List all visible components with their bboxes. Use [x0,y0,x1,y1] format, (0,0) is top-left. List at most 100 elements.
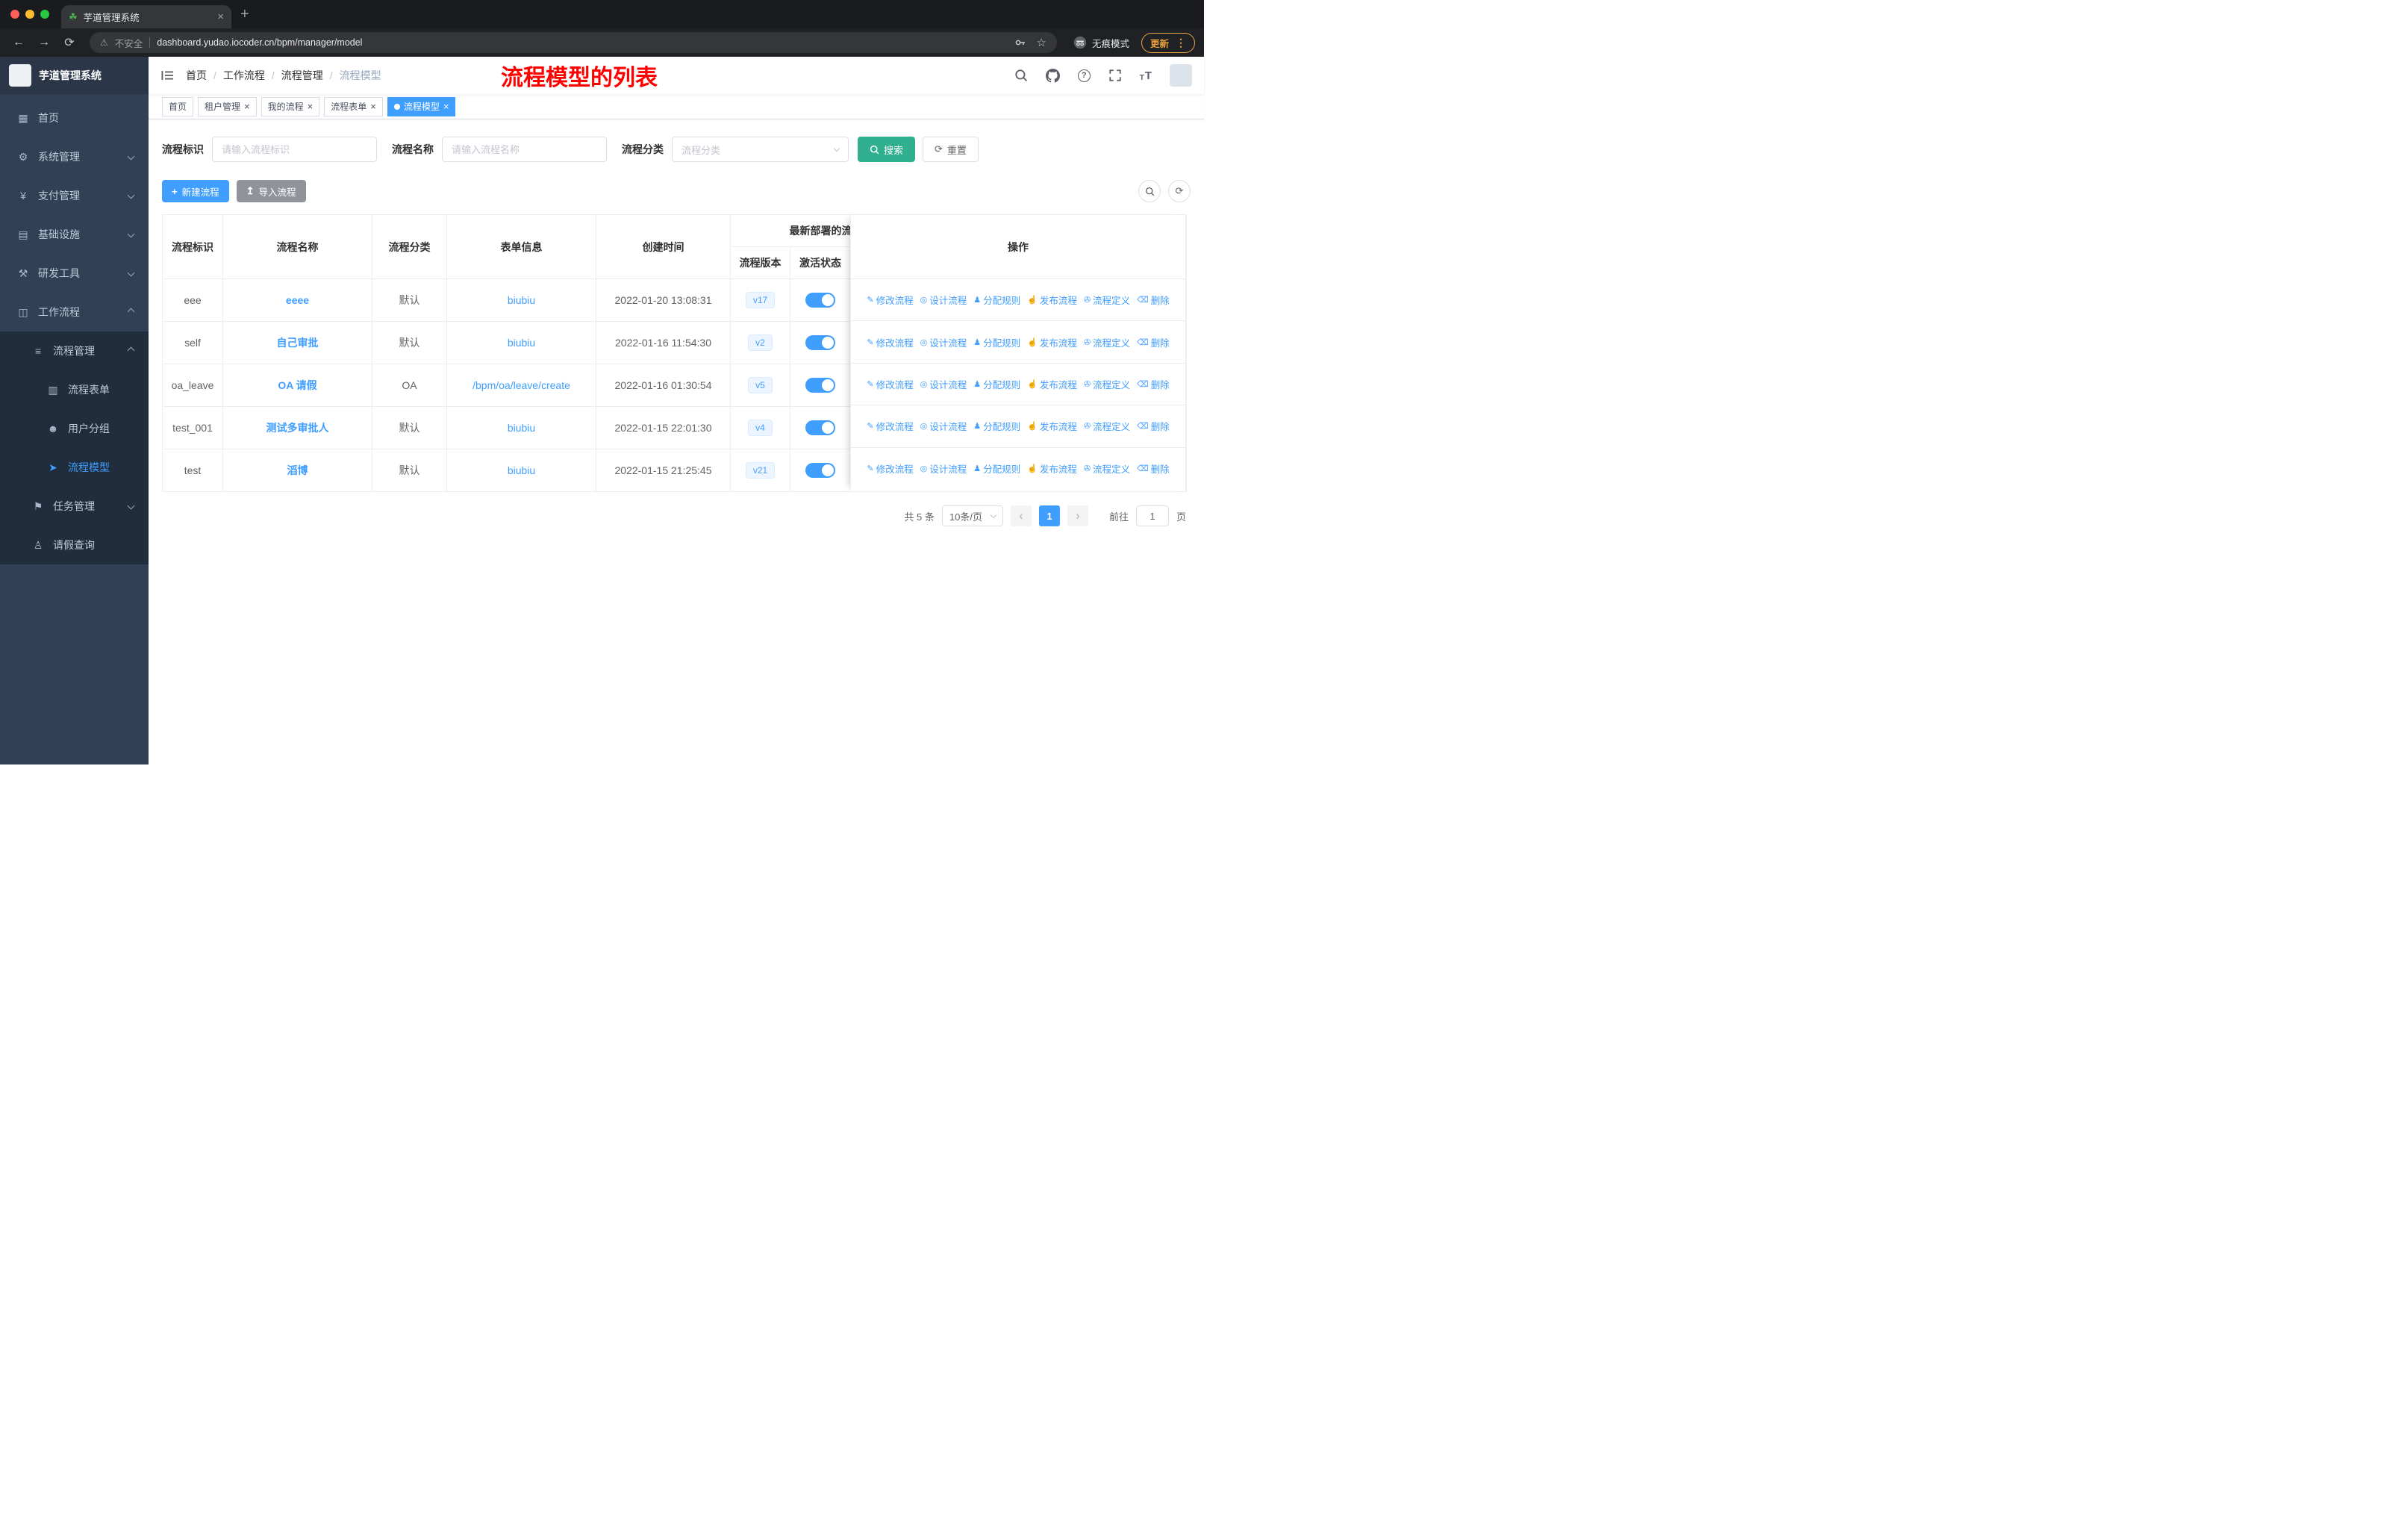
bookmark-star-icon[interactable]: ☆ [1037,36,1047,49]
tab-close-icon[interactable]: × [308,102,314,111]
font-size-icon[interactable]: TT [1140,69,1152,82]
prev-page-button[interactable]: ‹ [1010,505,1032,526]
sidebar-item-dev-tools[interactable]: ⚒ 研发工具 [0,254,149,293]
form-info-link[interactable]: biubiu [508,464,535,476]
assign-rule-button[interactable]: ♟ 分配规则 [973,293,1020,307]
goto-page-input[interactable] [1135,505,1169,526]
forward-button[interactable]: → [34,36,54,49]
delete-process-button[interactable]: ⌫ 删除 [1137,461,1170,476]
sidebar-item-process-management[interactable]: ≡ 流程管理 [0,331,149,370]
process-name-link[interactable]: eeee [286,294,309,306]
process-definition-button[interactable]: ✇ 流程定义 [1084,461,1130,476]
sidebar-item-user-group[interactable]: ☻ 用户分组 [0,409,149,448]
design-process-button[interactable]: ◎ 设计流程 [920,377,967,391]
close-window-button[interactable] [10,10,19,19]
tab-home[interactable]: 首页 [162,96,194,116]
breadcrumb-item[interactable]: 首页 [186,68,207,83]
assign-rule-button[interactable]: ♟ 分配规则 [973,461,1020,476]
reload-button[interactable]: ⟳ [60,35,79,50]
browser-tab[interactable]: ☘ 芋道管理系统 × [61,5,231,28]
password-key-icon[interactable] [1014,37,1026,49]
delete-process-button[interactable]: ⌫ 删除 [1137,293,1170,307]
import-process-button[interactable]: ↥ 导入流程 [236,180,306,202]
refresh-table-button[interactable]: ⟳ [1168,180,1191,202]
help-icon[interactable]: ? [1077,69,1091,82]
delete-process-button[interactable]: ⌫ 删除 [1137,377,1170,391]
process-definition-button[interactable]: ✇ 流程定义 [1084,335,1130,349]
process-definition-button[interactable]: ✇ 流程定义 [1084,377,1130,391]
breadcrumb-item[interactable]: 流程管理 [281,68,323,83]
filter-category-select[interactable]: 流程分类 [672,137,849,162]
sidebar-item-payment-management[interactable]: ¥ 支付管理 [0,176,149,215]
breadcrumb-item[interactable]: 工作流程 [223,68,265,83]
tab-process-model[interactable]: 流程模型 × [387,96,456,116]
tab-close-icon[interactable]: × [370,102,376,111]
publish-process-button[interactable]: ☝ 发布流程 [1027,377,1077,391]
minimize-window-button[interactable] [25,10,34,19]
sidebar-item-process-model[interactable]: ➤ 流程模型 [0,448,149,487]
assign-rule-button[interactable]: ♟ 分配规则 [973,377,1020,391]
process-name-link[interactable]: 自己审批 [277,337,319,349]
create-process-button[interactable]: + 新建流程 [162,180,229,202]
tab-process-form[interactable]: 流程表单 × [324,96,383,116]
update-browser-button[interactable]: 更新 ⋮ [1141,32,1195,53]
sidebar-item-home[interactable]: ▦ 首页 [0,99,149,137]
tab-close-icon[interactable]: × [217,10,224,23]
design-process-button[interactable]: ◎ 设计流程 [920,335,967,349]
github-icon[interactable] [1045,68,1060,83]
form-info-link[interactable]: biubiu [508,337,535,349]
user-avatar[interactable] [1170,64,1192,87]
search-button[interactable]: 搜索 [858,137,916,162]
back-button[interactable]: ← [9,36,28,49]
delete-process-button[interactable]: ⌫ 删除 [1137,419,1170,433]
page-size-select[interactable]: 10条/页 [941,505,1003,526]
active-toggle[interactable] [805,335,835,350]
modify-process-button[interactable]: ✎ 修改流程 [867,419,913,433]
active-toggle[interactable] [805,463,835,478]
form-info-link[interactable]: /bpm/oa/leave/create [472,379,570,391]
sidebar-item-system-management[interactable]: ⚙ 系统管理 [0,137,149,176]
process-name-link[interactable]: 滔博 [287,464,308,476]
browser-menu-icon[interactable]: ⋮ [1176,37,1186,49]
modify-process-button[interactable]: ✎ 修改流程 [867,377,913,391]
form-info-link[interactable]: biubiu [508,422,535,434]
process-definition-button[interactable]: ✇ 流程定义 [1084,293,1130,307]
process-name-link[interactable]: 测试多审批人 [266,422,329,434]
tab-close-icon[interactable]: × [443,102,449,111]
publish-process-button[interactable]: ☝ 发布流程 [1027,419,1077,433]
publish-process-button[interactable]: ☝ 发布流程 [1027,335,1077,349]
sidebar-item-process-form[interactable]: ▥ 流程表单 [0,370,149,409]
modify-process-button[interactable]: ✎ 修改流程 [867,293,913,307]
hamburger-icon[interactable] [149,57,186,94]
sidebar-item-workflow[interactable]: ◫ 工作流程 [0,293,149,331]
publish-process-button[interactable]: ☝ 发布流程 [1027,461,1077,476]
tab-tenant-management[interactable]: 租户管理 × [198,96,257,116]
next-page-button[interactable]: › [1067,505,1088,526]
delete-process-button[interactable]: ⌫ 删除 [1137,335,1170,349]
reset-button[interactable]: ⟳ 重置 [923,137,979,162]
search-icon[interactable] [1014,69,1028,82]
assign-rule-button[interactable]: ♟ 分配规则 [973,335,1020,349]
sidebar-item-infrastructure[interactable]: ▤ 基础设施 [0,215,149,254]
fullscreen-icon[interactable] [1108,69,1122,82]
sidebar-item-task-management[interactable]: ⚑ 任务管理 [0,487,149,526]
active-toggle[interactable] [805,293,835,308]
modify-process-button[interactable]: ✎ 修改流程 [867,461,913,476]
form-info-link[interactable]: biubiu [508,294,535,306]
modify-process-button[interactable]: ✎ 修改流程 [867,335,913,349]
publish-process-button[interactable]: ☝ 发布流程 [1027,293,1077,307]
filter-key-input[interactable] [212,137,377,162]
address-bar[interactable]: ⚠ 不安全 dashboard.yudao.iocoder.cn/bpm/man… [90,32,1057,53]
process-definition-button[interactable]: ✇ 流程定义 [1084,419,1130,433]
active-toggle[interactable] [805,420,835,435]
active-toggle[interactable] [805,378,835,393]
toggle-search-button[interactable] [1138,180,1161,202]
design-process-button[interactable]: ◎ 设计流程 [920,293,967,307]
filter-name-input[interactable] [442,137,607,162]
zoom-window-button[interactable] [40,10,49,19]
design-process-button[interactable]: ◎ 设计流程 [920,419,967,433]
sidebar-item-leave-query[interactable]: ♙ 请假查询 [0,526,149,564]
process-name-link[interactable]: OA 请假 [278,379,316,391]
tab-my-process[interactable]: 我的流程 × [261,96,320,116]
tab-close-icon[interactable]: × [244,102,250,111]
